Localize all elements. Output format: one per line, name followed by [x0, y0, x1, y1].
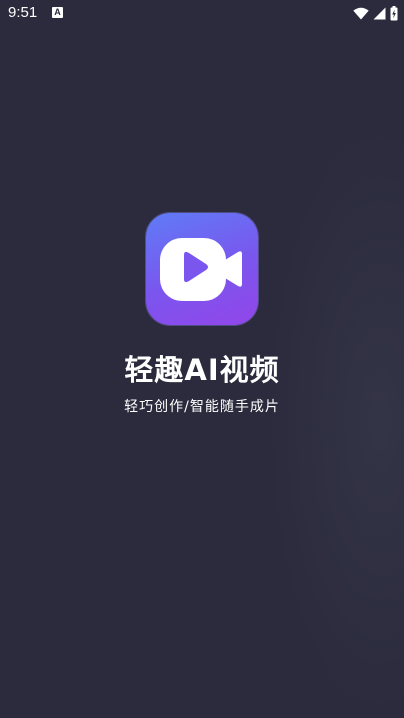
app-logo — [146, 213, 258, 325]
notification-a-icon: A — [52, 7, 63, 18]
app-slogan: 轻巧创作/智能随手成片 — [124, 399, 280, 415]
video-camera-play-icon — [160, 238, 242, 301]
status-time: 9:51 — [8, 4, 38, 21]
splash-screen: 9:51 A 轻趣AI视频 轻巧创作/智能随手成片 — [0, 0, 404, 718]
signal-icon — [373, 7, 386, 19]
app-title: 轻趣AI视频 — [124, 353, 280, 387]
status-bar: 9:51 A — [0, 0, 404, 28]
wifi-icon — [353, 7, 369, 19]
status-icons — [353, 5, 398, 21]
battery-icon — [390, 5, 398, 20]
